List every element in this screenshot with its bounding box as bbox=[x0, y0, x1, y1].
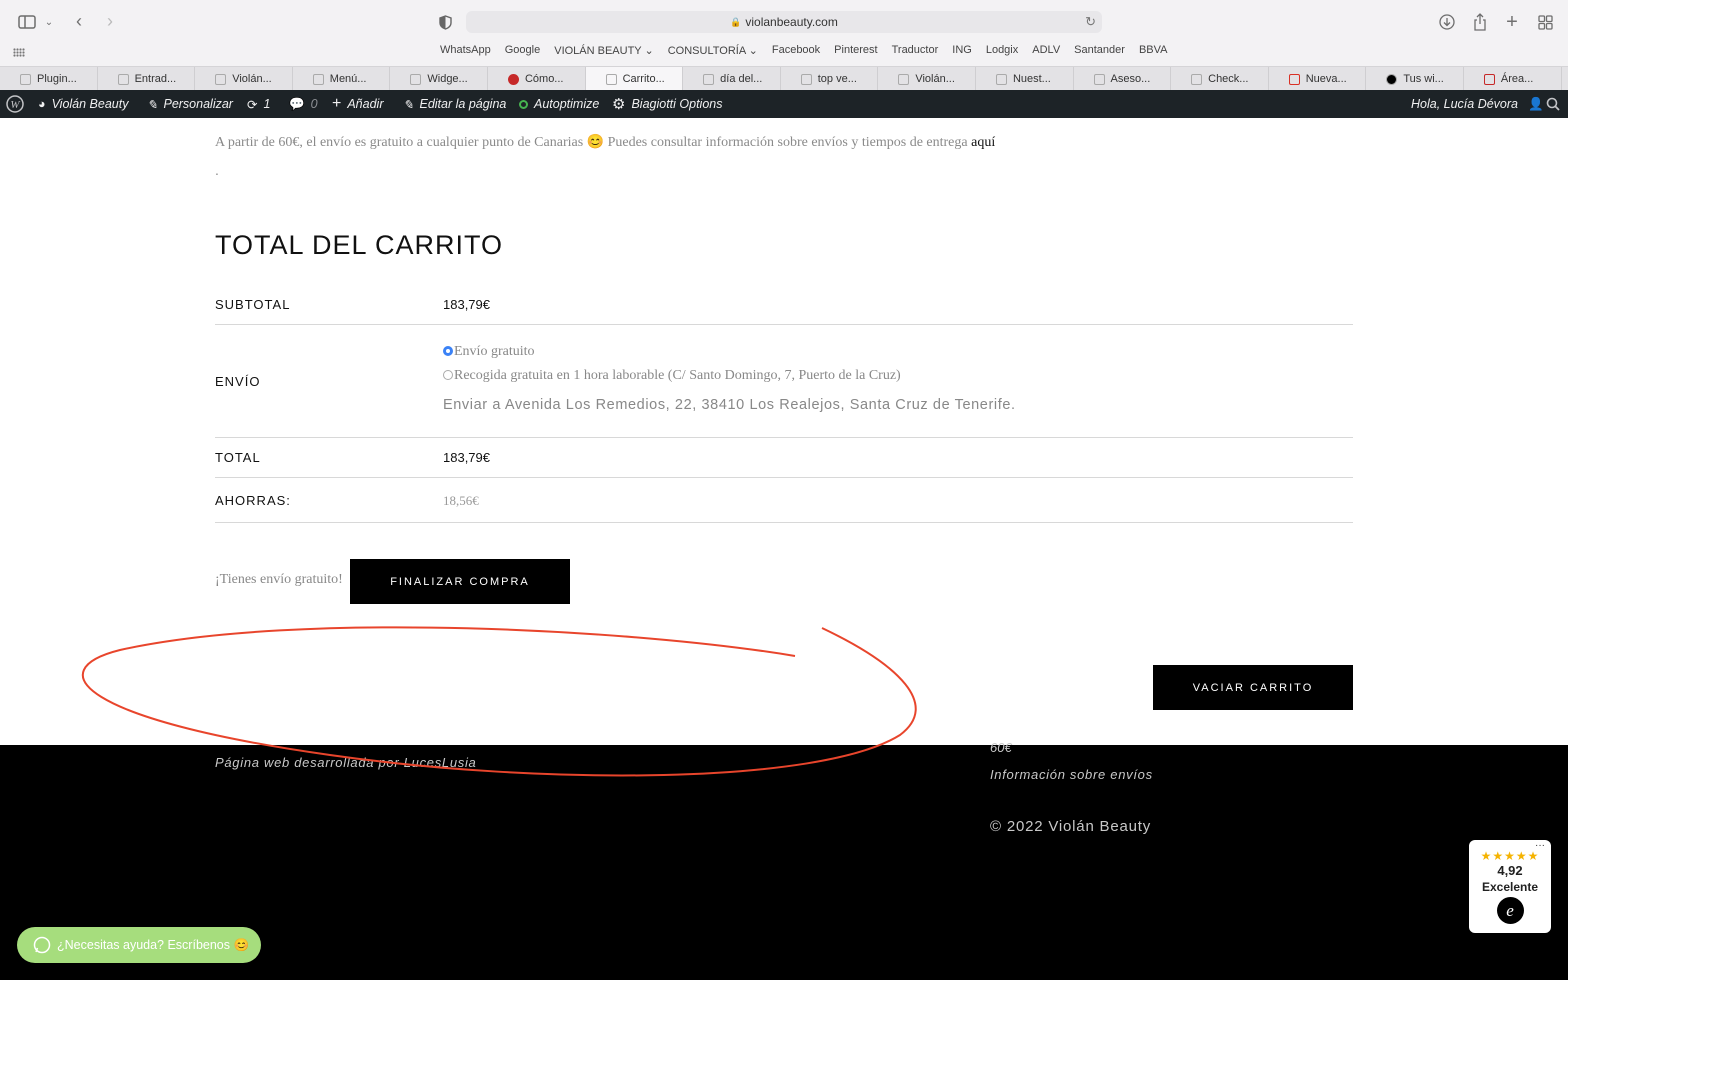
whatsapp-icon bbox=[33, 936, 51, 954]
whatsapp-chat-button[interactable]: ¿Necesitas ayuda? Escríbenos 😊 bbox=[17, 927, 261, 963]
more-icon[interactable]: ··· bbox=[1535, 840, 1545, 851]
star-rating-icon: ★★★★★ bbox=[1480, 849, 1540, 863]
rating-label: Excelente bbox=[1481, 880, 1539, 894]
trusted-shops-badge[interactable]: ··· ★★★★★ 4,92 Excelente e bbox=[1469, 840, 1551, 933]
trustedshops-logo-icon: e bbox=[1496, 897, 1524, 924]
rating-value: 4,92 bbox=[1497, 863, 1523, 878]
whatsapp-label: ¿Necesitas ayuda? Escríbenos 😊 bbox=[57, 937, 250, 952]
annotation-ellipse bbox=[81, 626, 917, 777]
